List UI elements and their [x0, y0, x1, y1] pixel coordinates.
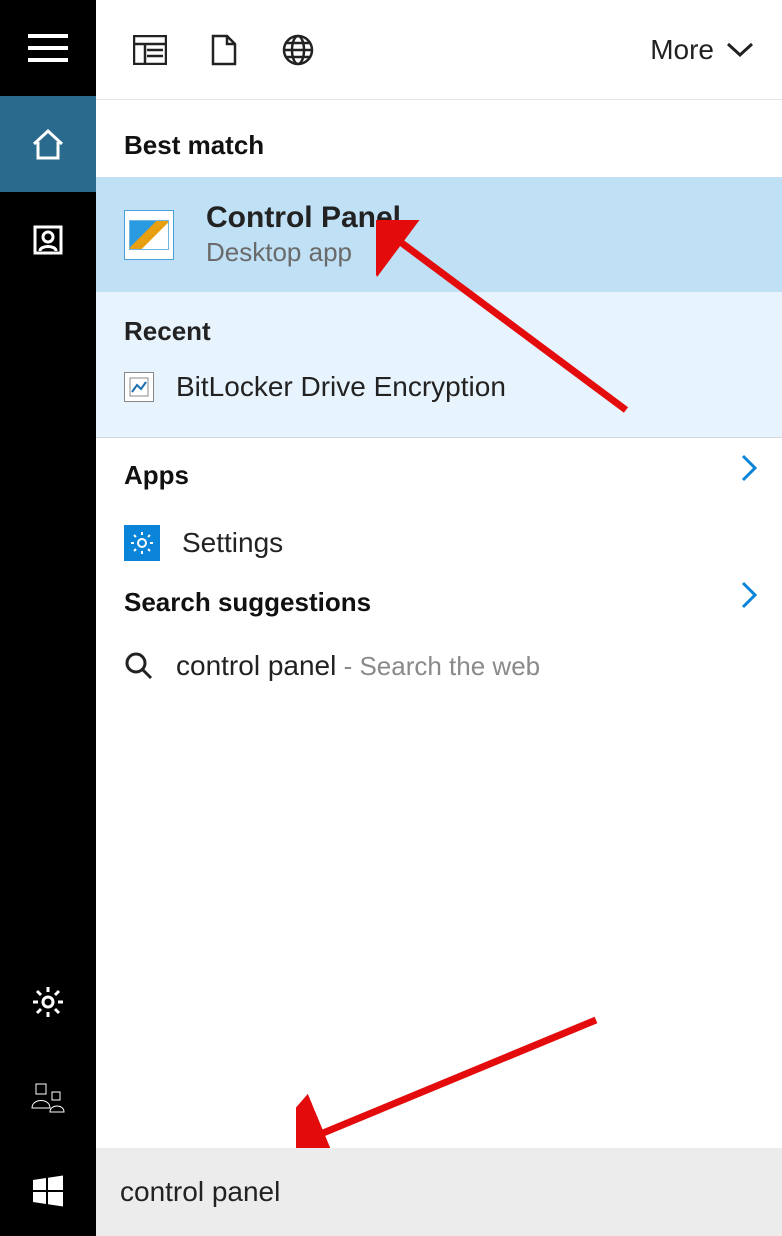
chevron-down-icon [726, 42, 754, 58]
filter-apps-button[interactable] [132, 32, 168, 68]
search-icon [124, 651, 154, 681]
suggestions-header: Search suggestions [96, 565, 371, 632]
document-filter-icon [211, 34, 237, 66]
recent-item-label: BitLocker Drive Encryption [176, 371, 506, 403]
chevron-right-icon [740, 581, 758, 616]
app-item-settings[interactable]: Settings [96, 505, 782, 565]
web-filter-icon [282, 34, 314, 66]
settings-button[interactable] [0, 954, 96, 1050]
recent-section: Recent BitLocker Drive Encryption [96, 292, 782, 438]
home-icon [30, 126, 66, 162]
gear-icon [30, 984, 66, 1020]
windows-icon [30, 1173, 66, 1209]
suggestions-header-row[interactable]: Search suggestions [96, 565, 782, 632]
apps-header-row[interactable]: Apps [96, 438, 782, 505]
contacts-button[interactable] [0, 192, 96, 288]
chevron-right-icon [740, 454, 758, 489]
feedback-button[interactable] [0, 1050, 96, 1146]
search-bar[interactable] [96, 1148, 782, 1236]
control-panel-icon [124, 210, 174, 260]
main-panel: More Best match Control Panel Desktop ap… [96, 0, 782, 1236]
hamburger-icon [28, 33, 68, 63]
people-icon [30, 1080, 66, 1116]
suggestion-suffix: - Search the web [336, 651, 540, 681]
best-match-result[interactable]: Control Panel Desktop app [96, 177, 782, 292]
filter-web-button[interactable] [280, 32, 316, 68]
recent-header: Recent [96, 292, 782, 371]
results-area: Best match Control Panel Desktop app Rec… [96, 100, 782, 1148]
search-input[interactable] [120, 1176, 758, 1208]
best-match-header: Best match [96, 100, 782, 177]
more-label: More [650, 34, 714, 66]
app-item-label: Settings [182, 527, 283, 559]
home-button[interactable] [0, 96, 96, 192]
suggestion-label: control panel [176, 650, 336, 681]
contact-card-icon [31, 223, 65, 257]
suggestion-item-web[interactable]: control panel - Search the web [96, 632, 782, 682]
annotation-arrow [296, 1010, 606, 1148]
best-match-title: Control Panel [206, 201, 401, 235]
apps-filter-icon [133, 35, 167, 65]
bitlocker-icon [124, 372, 154, 402]
best-match-subtitle: Desktop app [206, 237, 401, 268]
nav-rail [0, 0, 96, 1236]
filter-documents-button[interactable] [206, 32, 242, 68]
recent-item-bitlocker[interactable]: BitLocker Drive Encryption [96, 371, 782, 411]
hamburger-button[interactable] [0, 0, 96, 96]
start-button[interactable] [0, 1146, 96, 1236]
filter-bar: More [96, 0, 782, 100]
settings-app-icon [124, 525, 160, 561]
apps-header: Apps [96, 438, 189, 505]
more-filters-button[interactable]: More [650, 34, 754, 66]
